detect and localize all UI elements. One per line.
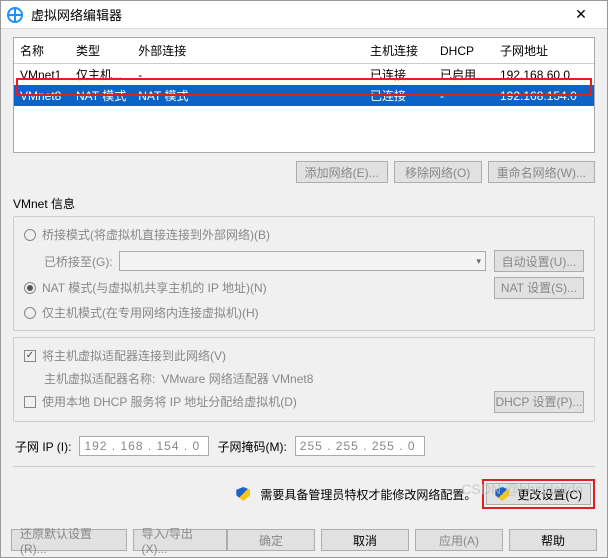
bridge-to-combo: ▾ xyxy=(119,251,486,271)
remove-network-button: 移除网络(O) xyxy=(394,161,482,183)
col-type[interactable]: 类型 xyxy=(70,38,132,64)
connect-adapter-check xyxy=(24,350,36,362)
change-settings-button[interactable]: 更改设置(C) xyxy=(486,483,591,505)
connect-adapter-label: 将主机虚拟适配器连接到此网络(V) xyxy=(42,347,226,364)
import-export-button: 导入/导出(X)... xyxy=(133,529,227,551)
shield-icon xyxy=(236,487,250,501)
col-dhcp[interactable]: DHCP xyxy=(434,38,494,64)
auto-bridge-button: 自动设置(U)... xyxy=(494,250,584,272)
admin-notice: 需要具备管理员特权才能修改网络配置。 xyxy=(260,486,476,503)
vmnet-info-label: VMnet 信息 xyxy=(13,195,595,212)
rename-network-button: 重命名网络(W)... xyxy=(488,161,595,183)
hostonly-label: 仅主机模式(在专用网络内连接虚拟机)(H) xyxy=(42,304,259,321)
cancel-button[interactable]: 取消 xyxy=(321,529,409,551)
bridge-label: 桥接模式(将虚拟机直接连接到外部网络)(B) xyxy=(42,226,270,243)
networks-table[interactable]: 名称 类型 外部连接 主机连接 DHCP 子网地址 VMnet1 仅主机... … xyxy=(13,37,595,153)
adapter-name-label: 主机虚拟适配器名称: xyxy=(44,370,155,387)
table-row[interactable]: VMnet1 仅主机... - 已连接 已启用 192.168.60.0 xyxy=(14,64,594,86)
add-network-button: 添加网络(E)... xyxy=(296,161,388,183)
apply-button: 应用(A) xyxy=(415,529,503,551)
nat-label: NAT 模式(与虚拟机共享主机的 IP 地址)(N) xyxy=(42,279,267,296)
help-button[interactable]: 帮助 xyxy=(509,529,597,551)
subnet-mask-input: 255 . 255 . 255 . 0 xyxy=(295,436,425,456)
shield-icon xyxy=(495,487,509,501)
close-button[interactable]: ✕ xyxy=(561,3,601,27)
use-dhcp-check xyxy=(24,396,36,408)
window-title: 虚拟网络编辑器 xyxy=(31,5,561,24)
restore-defaults-button: 还原默认设置(R)... xyxy=(11,529,127,551)
adapter-name-value: VMware 网络适配器 VMnet8 xyxy=(161,370,313,387)
nat-settings-button: NAT 设置(S)... xyxy=(494,277,584,299)
use-dhcp-label: 使用本地 DHCP 服务将 IP 地址分配给虚拟机(D) xyxy=(42,393,297,410)
col-subnet[interactable]: 子网地址 xyxy=(494,38,594,64)
subnet-ip-label: 子网 IP (I): xyxy=(15,438,71,455)
bridge-radio xyxy=(24,229,36,241)
bridge-to-label: 已桥接至(G): xyxy=(44,253,113,270)
dhcp-settings-button: DHCP 设置(P)... xyxy=(494,391,584,413)
subnet-mask-label: 子网掩码(M): xyxy=(217,438,286,455)
subnet-ip-input: 192 . 168 . 154 . 0 xyxy=(79,436,209,456)
col-ext[interactable]: 外部连接 xyxy=(132,38,364,64)
app-icon xyxy=(7,7,23,23)
table-row-selected[interactable]: VMnet8 NAT 模式 NAT 模式 已连接 - 192.168.154.0 xyxy=(14,85,594,106)
annotation-highlight-button: 更改设置(C) xyxy=(482,479,595,509)
col-host[interactable]: 主机连接 xyxy=(364,38,434,64)
col-name[interactable]: 名称 xyxy=(14,38,70,64)
nat-radio xyxy=(24,282,36,294)
ok-button: 确定 xyxy=(227,529,315,551)
chevron-down-icon: ▾ xyxy=(476,256,481,267)
hostonly-radio xyxy=(24,307,36,319)
